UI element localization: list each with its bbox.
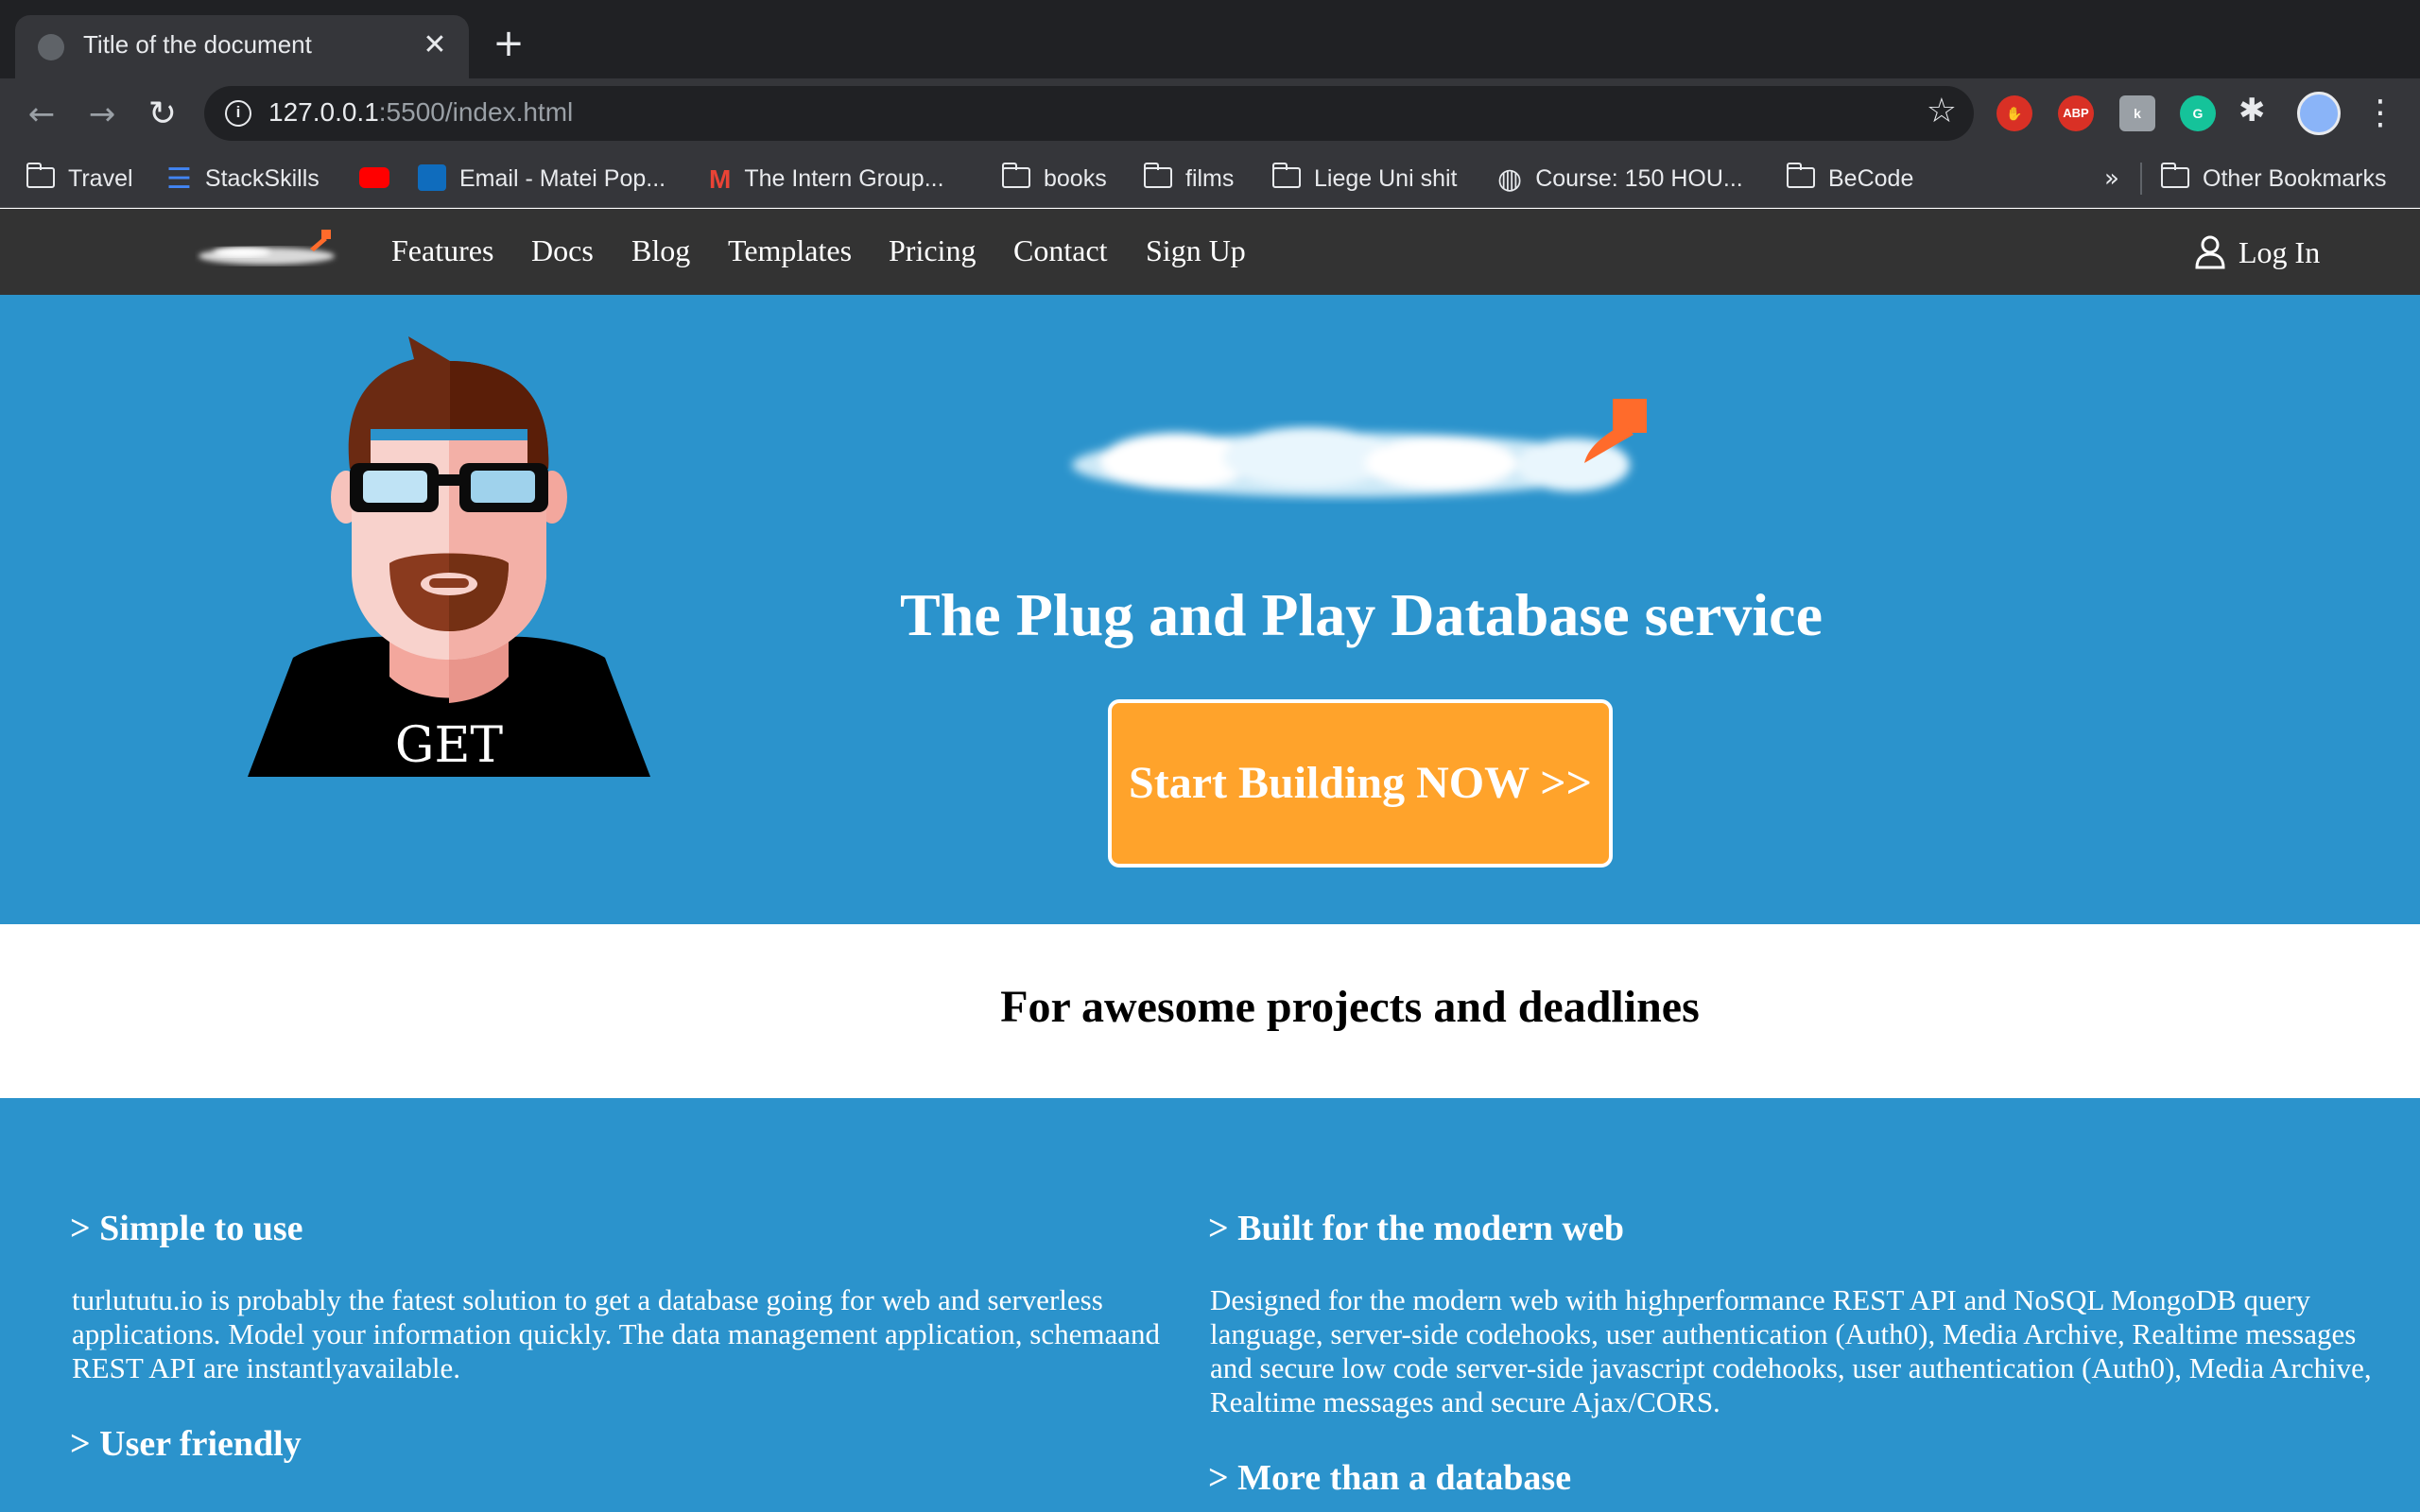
hero-cloud-logo <box>1072 399 1647 497</box>
feature-title-modern-web: > Built for the modern web <box>1208 1209 1624 1248</box>
tab-title: Title of the document <box>83 30 312 59</box>
bookmark-liege-uni[interactable]: Liege Uni shit <box>1271 161 1457 197</box>
developer-mascot-illustration: GET <box>248 336 650 777</box>
back-icon[interactable]: ← <box>21 94 62 135</box>
bookmark-youtube[interactable] <box>359 161 403 197</box>
hero-title: The Plug and Play Database service <box>900 581 1823 648</box>
globe-icon <box>38 34 64 60</box>
reload-icon[interactable]: ↻ <box>142 94 183 135</box>
bookmark-email[interactable]: Email - Matei Pop... <box>418 161 666 197</box>
nav-pricing[interactable]: Pricing <box>889 233 976 268</box>
url-text[interactable]: 127.0.0.1:5500/index.html <box>268 97 573 128</box>
folder-icon <box>2160 163 2189 189</box>
folder-icon <box>1786 163 1815 189</box>
site-logo[interactable] <box>195 220 350 277</box>
feature-text-simple: turlututu.io is probably the fatest solu… <box>72 1283 1160 1384</box>
new-tab-button[interactable]: + <box>488 23 529 64</box>
mascot-shirt-text: GET <box>395 717 503 774</box>
bookmark-becode[interactable]: BeCode <box>1786 161 1913 197</box>
bookmarks-overflow-icon[interactable]: » <box>2104 161 2119 197</box>
bookmark-films[interactable]: films <box>1143 161 1234 197</box>
tagline-section: For awesome projects and deadlines <box>0 924 2420 1098</box>
bookmark-intern-group[interactable]: M The Intern Group... <box>709 161 944 197</box>
nav-docs[interactable]: Docs <box>531 233 594 268</box>
more-menu-icon[interactable]: ⋮ <box>2363 92 2397 135</box>
tab-strip: Title of the document ✕ + <box>0 0 2420 78</box>
user-icon <box>2195 235 2225 269</box>
info-icon[interactable]: i <box>225 100 251 127</box>
address-bar[interactable]: i 127.0.0.1:5500/index.html ☆ <box>204 86 1974 141</box>
grammarly-extension-icon[interactable]: G <box>2180 95 2216 131</box>
bookmark-other[interactable]: Other Bookmarks <box>2160 161 2387 197</box>
bookmark-stackskills[interactable]: ☰ StackSkills <box>166 161 320 197</box>
forward-icon[interactable]: → <box>81 94 123 135</box>
browser-toolbar: ← → ↻ i 127.0.0.1:5500/index.html ☆ ✋ AB… <box>0 78 2420 149</box>
bookmarks-separator <box>2140 163 2142 195</box>
nav-blog[interactable]: Blog <box>631 233 690 268</box>
stop-hand-extension-icon[interactable]: ✋ <box>1996 95 2032 131</box>
globe-icon: ◍ <box>1497 163 1523 197</box>
nav-features[interactable]: Features <box>391 233 493 268</box>
browser-tab[interactable]: Title of the document ✕ <box>15 15 469 78</box>
nav-templates[interactable]: Templates <box>728 233 852 268</box>
outlook-icon <box>418 164 446 192</box>
bookmark-travel[interactable]: Travel <box>26 161 133 197</box>
login-link[interactable]: Log In <box>2195 232 2320 273</box>
site-navbar: Features Docs Blog Templates Pricing Con… <box>0 209 2420 295</box>
gmail-icon: M <box>709 164 732 195</box>
feature-title-user-friendly: > User friendly <box>70 1424 302 1464</box>
nav-contact[interactable]: Contact <box>1013 233 1108 268</box>
start-building-button[interactable]: Start Building NOW >> <box>1108 699 1613 868</box>
nav-sign-up[interactable]: Sign Up <box>1146 233 1246 268</box>
youtube-icon <box>359 167 389 189</box>
features-section: > Simple to use turlututu.io is probably… <box>0 1098 2420 1512</box>
tagline-text: For awesome projects and deadlines <box>1000 982 1700 1032</box>
folder-icon <box>1143 163 1172 189</box>
profile-avatar[interactable] <box>2297 92 2341 135</box>
bookmarks-bar: Travel ☰ StackSkills Email - Matei Pop...… <box>0 149 2420 208</box>
close-icon[interactable]: ✕ <box>416 26 454 64</box>
hero-section: GET The Plug and Play Database service S… <box>0 295 2420 924</box>
feature-text-modern-web: Designed for the modern web with highper… <box>1210 1283 2372 1418</box>
feature-title-simple: > Simple to use <box>70 1209 303 1248</box>
extension-icon[interactable]: k <box>2119 95 2155 131</box>
stackskills-icon: ☰ <box>166 163 192 197</box>
bookmark-star-icon[interactable]: ☆ <box>1927 92 1957 130</box>
folder-icon <box>1271 163 1301 189</box>
folder-icon <box>26 163 55 189</box>
adblock-extension-icon[interactable]: ABP <box>2058 95 2094 131</box>
extensions-puzzle-icon[interactable]: ✱ <box>2238 92 2266 129</box>
bookmark-books[interactable]: books <box>1001 161 1107 197</box>
bookmark-course[interactable]: ◍ Course: 150 HOU... <box>1497 161 1743 197</box>
folder-icon <box>1001 163 1030 189</box>
feature-title-more-than-database: > More than a database <box>1208 1458 1572 1498</box>
